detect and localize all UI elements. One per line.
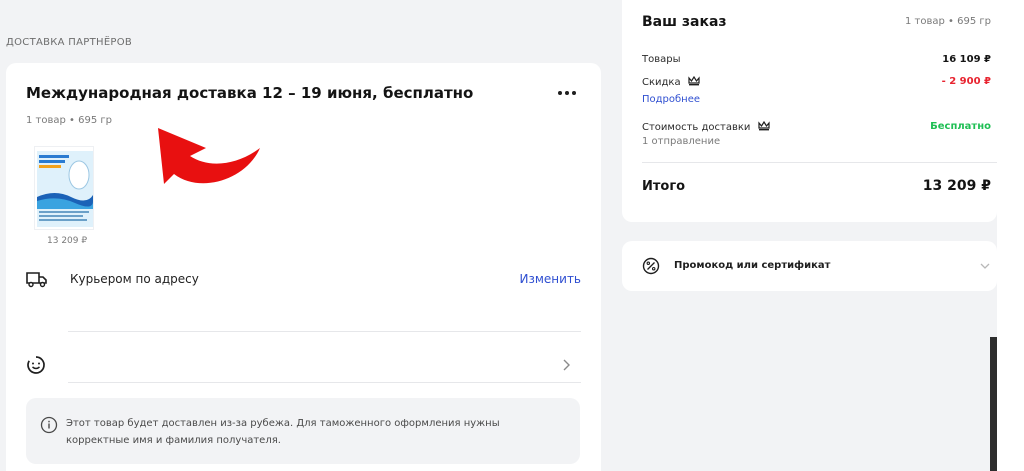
more-options-icon[interactable] <box>555 85 579 101</box>
shipping-row: Стоимость доставки <box>642 121 770 133</box>
goods-value: 16 109 ₽ <box>942 54 991 65</box>
customs-info-box: Этот товар будет доставлен из-за рубежа.… <box>26 398 580 464</box>
product-thumbnail[interactable] <box>34 146 94 230</box>
crown-icon <box>688 76 700 86</box>
delivery-card: Международная доставка 12 – 19 июня, бес… <box>6 63 601 471</box>
courier-row: Курьером по адресу Изменить <box>26 268 581 292</box>
shipments-count: 1 отправление <box>642 136 721 147</box>
total-value: 13 209 ₽ <box>922 178 991 194</box>
discount-details-link[interactable]: Подробнее <box>642 94 700 105</box>
percent-icon <box>642 257 660 275</box>
summary-meta: 1 товар • 695 гр <box>905 16 991 27</box>
customs-info-text: Этот товар будет доставлен из-за рубежа.… <box>66 418 500 446</box>
shipping-value: Бесплатно <box>930 121 991 132</box>
red-annotation-arrow-icon <box>158 128 260 184</box>
product-package-image <box>35 147 93 229</box>
shipping-label: Стоимость доставки <box>642 122 751 133</box>
discount-row: Скидка <box>642 76 700 88</box>
face-timer-icon <box>27 356 45 374</box>
change-delivery-link[interactable]: Изменить <box>520 272 582 286</box>
section-label: ДОСТАВКА ПАРТНЁРОВ <box>6 37 133 48</box>
discount-value: - 2 900 ₽ <box>941 76 991 87</box>
truck-icon <box>26 272 47 288</box>
divider <box>68 382 581 383</box>
chevron-down-icon <box>980 263 990 269</box>
order-summary-card: Ваш заказ 1 товар • 695 гр Товары 16 109… <box>622 0 997 222</box>
crown-icon <box>757 121 770 131</box>
summary-title: Ваш заказ <box>642 14 727 30</box>
divider <box>642 162 997 163</box>
promo-code-toggle[interactable]: Промокод или сертификат <box>622 241 997 291</box>
goods-label: Товары <box>642 54 681 65</box>
chevron-right-icon <box>563 359 570 371</box>
delivery-meta: 1 товар • 695 гр <box>26 115 112 126</box>
delivery-title: Международная доставка 12 – 19 июня, бес… <box>26 84 474 102</box>
delivery-time-row[interactable] <box>26 353 581 379</box>
promo-label: Промокод или сертификат <box>674 260 831 271</box>
scrollbar-thumb[interactable] <box>990 337 997 471</box>
total-label: Итого <box>642 179 686 194</box>
courier-label: Курьером по адресу <box>70 272 199 286</box>
right-edge-panel <box>997 0 1024 471</box>
discount-label: Скидка <box>642 77 681 88</box>
divider <box>68 331 581 332</box>
product-price: 13 209 ₽ <box>47 236 88 246</box>
info-icon <box>40 416 58 434</box>
